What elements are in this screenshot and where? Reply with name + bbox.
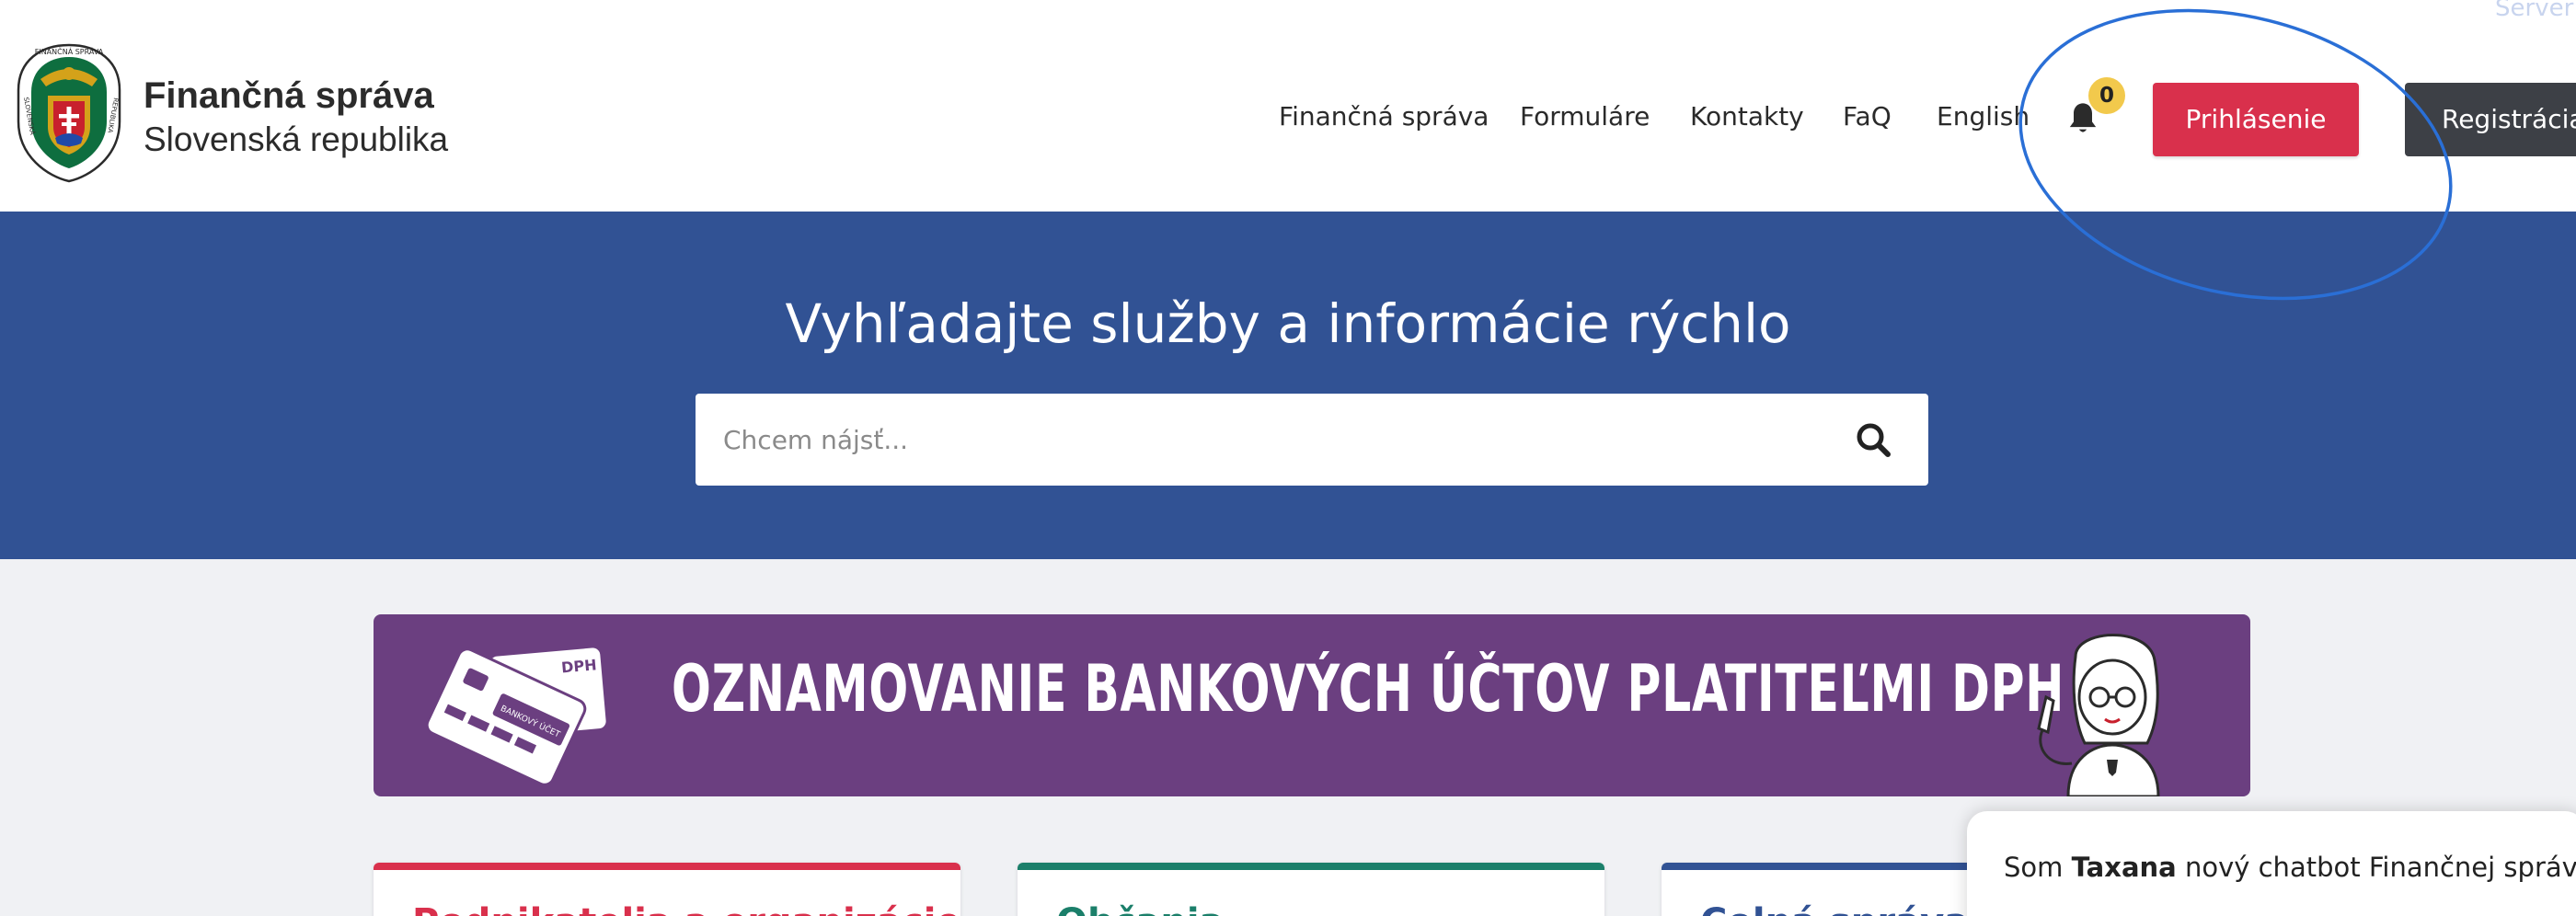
nav-formulare[interactable]: Formuláre	[1520, 101, 1650, 132]
financna-sprava-logo[interactable]: FINANČNÁ SPRÁVA SLOVENSKÁ REPUBLIKA	[13, 42, 125, 184]
card-title[interactable]: Občania	[1056, 901, 1225, 916]
nav-english[interactable]: English	[1937, 101, 2030, 132]
chatbot-message: Som Taxana nový chatbot Finančnej správy…	[2004, 852, 2576, 883]
org-subtitle[interactable]: Slovenská republika	[144, 120, 448, 159]
chatbot-popup[interactable]: Som Taxana nový chatbot Finančnej správy…	[1967, 811, 2576, 916]
server-link[interactable]: Server	[2495, 0, 2573, 22]
card-title[interactable]: Colná správa	[1700, 901, 1969, 916]
login-button[interactable]: Prihlásenie	[2153, 83, 2359, 156]
site-header: FINANČNÁ SPRÁVA SLOVENSKÁ REPUBLIKA Fina…	[0, 0, 2576, 212]
search-icon[interactable]	[1851, 418, 1897, 464]
chatbot-suffix: nový chatbot Finančnej správy.	[2176, 852, 2576, 883]
nav-kontakty[interactable]: Kontakty	[1690, 101, 1804, 132]
register-button[interactable]: Registrácia	[2405, 83, 2576, 156]
nav-faq[interactable]: FaQ	[1843, 101, 1892, 132]
card-accent-bar	[374, 863, 960, 870]
banner-title: OZNAMOVANIE BANKOVÝCH ÚČTOV PLATITEĽMI D…	[672, 651, 2065, 727]
org-name[interactable]: Finančná správa	[144, 75, 434, 117]
search-hero: Vyhľadajte služby a informácie rýchlo	[0, 212, 2576, 559]
bank-accounts-banner[interactable]: DPH BANKOVÝ ÚČET OZNAMOVANIE BANKOVÝCH Ú…	[374, 614, 2250, 796]
card-obcania[interactable]: Občania	[1018, 863, 1604, 916]
card-title[interactable]: Podnikatelia a organizácie	[412, 901, 960, 916]
card-podnikatelia[interactable]: Podnikatelia a organizácie	[374, 863, 960, 916]
chatbot-prefix: Som	[2004, 852, 2072, 883]
search-box[interactable]	[696, 394, 1928, 486]
logo-top-text: FINANČNÁ SPRÁVA	[35, 46, 104, 56]
card-dph-tag: DPH	[560, 656, 597, 676]
taxana-mascot-illustration	[2037, 634, 2160, 796]
hero-title: Vyhľadajte služby a informácie rýchlo	[785, 292, 1791, 355]
chatbot-name: Taxana	[2071, 852, 2177, 883]
nav-financna-sprava[interactable]: Finančná správa	[1279, 101, 1489, 132]
bank-card-illustration: DPH BANKOVÝ ÚČET	[425, 647, 606, 786]
search-input[interactable]	[723, 419, 1827, 460]
card-accent-bar	[1018, 863, 1604, 870]
notification-count-badge: 0	[2088, 77, 2125, 114]
